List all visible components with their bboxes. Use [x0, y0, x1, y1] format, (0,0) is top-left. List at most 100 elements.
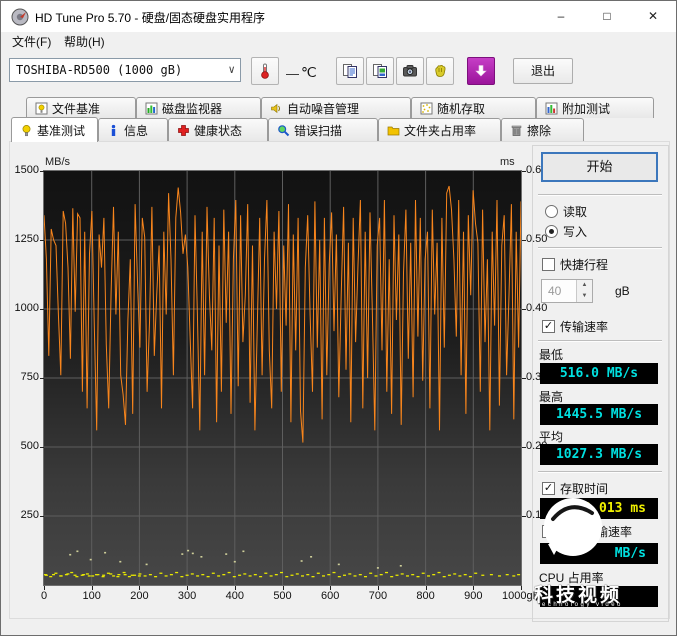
- min-value-display: 516.0 MB/s: [540, 363, 658, 384]
- radio-icon: [545, 205, 558, 218]
- axis-tick-mark: [522, 171, 526, 172]
- chevron-down-icon: ∨: [228, 63, 235, 76]
- save-export-button[interactable]: [467, 57, 495, 85]
- tab-label: 磁盘监视器: [162, 101, 223, 116]
- maximize-button[interactable]: □: [584, 1, 630, 32]
- left-axis-unit: MB/s: [45, 156, 71, 168]
- menu-bar: 文件(F) 帮助(H): [1, 32, 676, 53]
- short-stroke-stepper[interactable]: 40 ▲ ▼: [541, 279, 593, 303]
- burst-rate-checkbox[interactable]: ✓ 突发传输速率: [542, 523, 632, 540]
- axis-tick-mark: [377, 586, 379, 590]
- axis-tick-label: 500: [20, 440, 39, 452]
- copy-text-button[interactable]: [336, 57, 364, 85]
- drive-select[interactable]: TOSHIBA-RD500 (1000 gB) ∨: [9, 58, 241, 82]
- hd-tune-window: HD Tune Pro 5.70 - 硬盘/固态硬盘实用程序 – □ ✕ 文件(…: [0, 0, 677, 636]
- tab-label: 随机存取: [437, 101, 486, 116]
- separator: [538, 340, 662, 342]
- axis-tick-mark: [282, 586, 284, 590]
- tab-random-access[interactable]: 随机存取: [411, 97, 536, 118]
- tab-disk-monitor[interactable]: 磁盘监视器: [136, 97, 261, 118]
- axis-tick-mark: [522, 240, 526, 241]
- close-button[interactable]: ✕: [630, 1, 676, 32]
- window-title: HD Tune Pro 5.70 - 硬盘/固态硬盘实用程序: [35, 11, 266, 25]
- axis-tick-label: 250: [20, 509, 39, 521]
- tab-label: 附加测试: [562, 101, 611, 116]
- tab-error-scan[interactable]: 错误扫描: [268, 118, 378, 141]
- read-radio-label: 读取: [563, 205, 588, 219]
- axis-tick-mark: [40, 171, 44, 172]
- tab-label: 健康状态: [194, 123, 243, 138]
- stepper-down-icon[interactable]: ▼: [577, 291, 592, 302]
- toolbar: TOSHIBA-RD500 (1000 gB) ∨ — ℃ 退出: [1, 53, 676, 95]
- axis-tick-mark: [40, 378, 44, 379]
- cpu-usage-display: [540, 586, 658, 607]
- download-arrow-icon: [475, 65, 487, 77]
- menu-file[interactable]: 文件(F): [5, 34, 58, 51]
- transfer-rate-label: 传输速率: [560, 320, 609, 334]
- short-stroke-checkbox[interactable]: 快捷行程: [542, 256, 608, 273]
- avg-value-display: 1027.3 MB/s: [540, 444, 658, 465]
- axis-tick-mark: [40, 516, 44, 517]
- benchmark-chart: [44, 171, 521, 585]
- tab-aam[interactable]: 自动噪音管理: [261, 97, 411, 118]
- tab-health[interactable]: 健康状态: [168, 118, 268, 141]
- tab-erase[interactable]: 擦除: [501, 118, 584, 141]
- tab-label: 文件基准: [52, 101, 101, 116]
- extra-tests-icon: [545, 102, 558, 114]
- read-radio[interactable]: 读取: [545, 203, 587, 220]
- stepper-up-icon[interactable]: ▲: [577, 280, 592, 291]
- axis-tick-mark: [40, 240, 44, 241]
- access-time-label: 存取时间: [560, 482, 609, 496]
- checkbox-unchecked-icon: [542, 258, 555, 271]
- axis-tick-mark: [522, 378, 526, 379]
- app-icon: [11, 8, 29, 26]
- checkbox-checked-icon: ✓: [542, 320, 555, 333]
- max-value-display: 1445.5 MB/s: [540, 404, 658, 425]
- copy-image-button[interactable]: [366, 57, 394, 85]
- tab-info[interactable]: 信息: [98, 118, 168, 141]
- tab-file-benchmark[interactable]: 文件基准: [26, 97, 136, 118]
- speaker-icon: [271, 103, 280, 113]
- burst-rate-label: 突发传输速率: [560, 525, 633, 539]
- checkbox-checked-icon: ✓: [542, 525, 555, 538]
- start-button[interactable]: 开始: [541, 152, 658, 182]
- write-radio[interactable]: 写入: [545, 223, 587, 240]
- temperature-unit: ℃: [301, 64, 317, 80]
- bulb-icon: [22, 124, 31, 136]
- trash-icon: [511, 125, 522, 136]
- tab-label: 文件夹占用率: [404, 123, 477, 138]
- temperature-button[interactable]: [251, 57, 279, 85]
- transfer-rate-checkbox[interactable]: ✓ 传输速率: [542, 318, 608, 335]
- options-button[interactable]: [426, 57, 454, 85]
- axis-tick-mark: [425, 586, 427, 590]
- tab-label: 擦除: [527, 123, 552, 138]
- tab-label: 信息: [124, 123, 149, 138]
- burst-rate-display: MB/s: [540, 543, 658, 564]
- minimize-button[interactable]: –: [538, 1, 584, 32]
- screenshot-button[interactable]: [396, 57, 424, 85]
- tab-benchmark[interactable]: 基准测试: [11, 117, 98, 142]
- access-time-checkbox[interactable]: ✓ 存取时间: [542, 480, 608, 497]
- tab-label: 错误扫描: [294, 123, 343, 138]
- stepper-arrows[interactable]: ▲ ▼: [576, 280, 592, 302]
- disk-monitor-icon: [145, 102, 158, 114]
- tab-extra-tests[interactable]: 附加测试: [536, 97, 654, 118]
- drive-select-value: TOSHIBA-RD500 (1000 gB): [16, 63, 183, 77]
- axis-tick-mark: [473, 586, 475, 590]
- axis-tick-mark: [521, 586, 522, 590]
- axis-tick-mark: [522, 309, 526, 310]
- menu-help[interactable]: 帮助(H): [57, 34, 112, 51]
- hand-icon: [435, 64, 446, 77]
- exit-button[interactable]: 退出: [513, 58, 573, 84]
- right-axis-unit: ms: [500, 156, 515, 168]
- tab-folder-usage[interactable]: 文件夹占用率: [378, 118, 501, 141]
- axis-tick-mark: [40, 309, 44, 310]
- axis-tick-mark: [40, 447, 44, 448]
- short-stroke-value: 40: [548, 284, 562, 298]
- axis-tick-mark: [187, 586, 189, 590]
- axis-tick-mark: [522, 447, 526, 448]
- tab-label: 自动噪音管理: [287, 101, 360, 116]
- checkbox-checked-icon: ✓: [542, 482, 555, 495]
- copy-text-icon: [343, 64, 357, 78]
- copy-image-icon: [373, 64, 387, 78]
